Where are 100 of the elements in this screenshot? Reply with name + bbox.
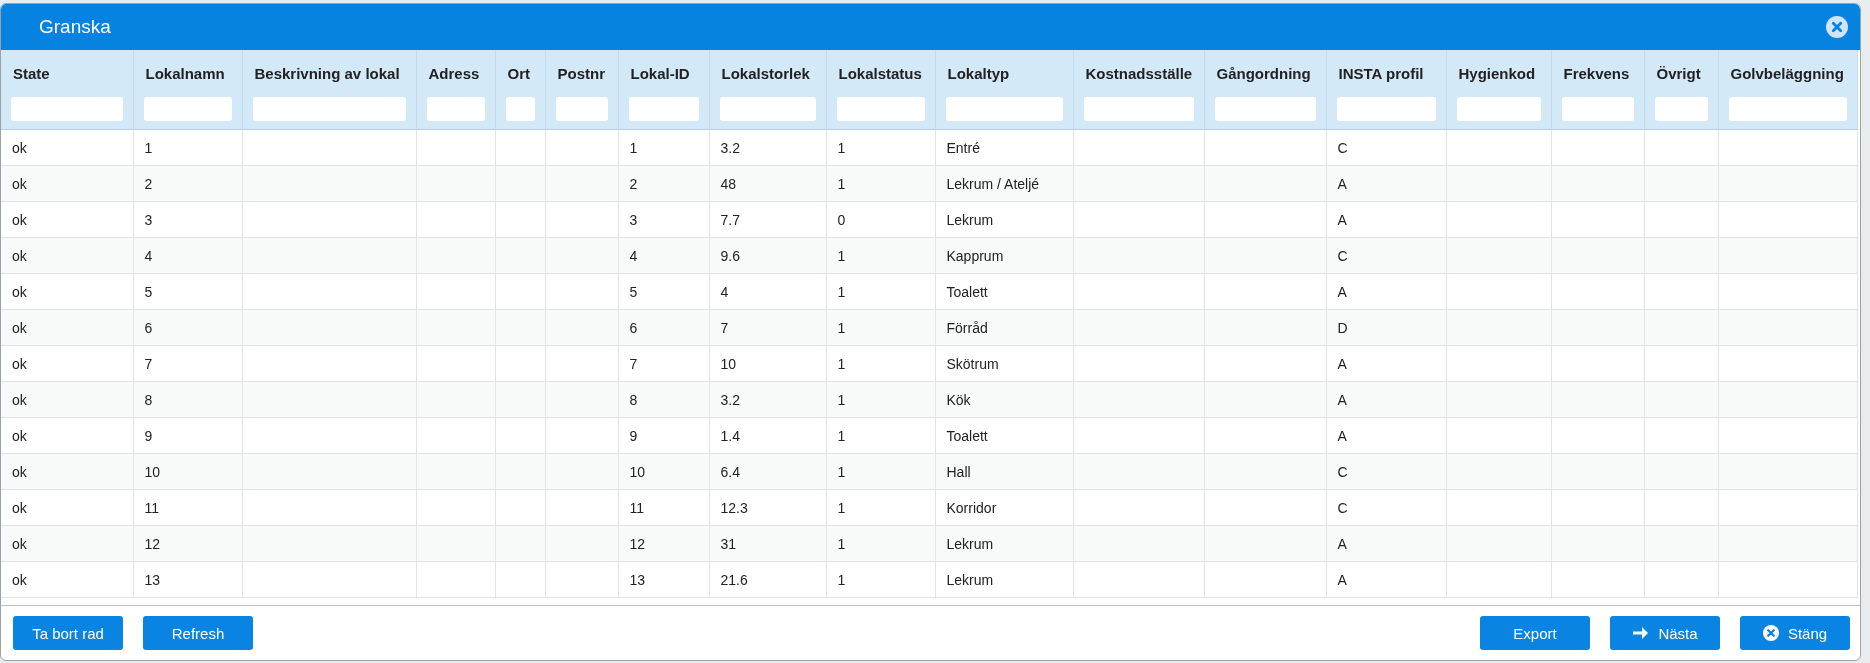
table-cell: 4 [709,273,826,310]
filter-field[interactable] [426,97,485,121]
filter-field[interactable] [1728,97,1847,121]
table-cell: 1 [826,165,935,202]
table-cell: 6 [618,309,709,346]
table-cell: Toalett [935,273,1073,310]
table-cell: 1 [826,381,935,418]
table-cell: 8 [133,381,242,418]
filter-field[interactable] [1083,97,1194,121]
table-cell: 1 [618,129,709,166]
filter-field[interactable] [719,97,816,121]
table-cell: A [1326,345,1446,382]
table-cell: Toalett [935,417,1073,454]
table-cell: Hall [935,453,1073,490]
table-cell: 2 [133,165,242,202]
table-cell: 48 [709,165,826,202]
table-cell: 1.4 [709,417,826,454]
filter-field[interactable] [1654,97,1708,121]
table-cell: 4 [618,237,709,274]
table-cell: 5 [133,273,242,310]
table-cell: C [1326,453,1446,490]
table-cell: Lekrum / Ateljé [935,165,1073,202]
table-cell: 7 [709,309,826,346]
table-cell: 3 [618,201,709,238]
table-cell: ok [1,525,133,562]
table-cell: ok [1,201,133,238]
action-button[interactable]: Refresh [143,616,253,650]
table-cell: Skötrum [935,345,1073,382]
close-icon[interactable] [1826,16,1848,38]
table-cell: 5 [618,273,709,310]
table-cell: 11 [618,489,709,526]
filter-field[interactable] [505,97,535,121]
table-cell: 1 [133,129,242,166]
table-cell: A [1326,417,1446,454]
table-cell: A [1326,201,1446,238]
next-button[interactable]: Nästa [1610,616,1720,650]
filter-field[interactable] [252,97,406,121]
arrow-right-icon [1632,625,1650,641]
table-cell: 1 [826,525,935,562]
table-cell: A [1326,165,1446,202]
filter-field[interactable] [143,97,232,121]
table-cell: 1 [826,309,935,346]
table-cell: 1 [826,273,935,310]
table-cell: 7 [618,345,709,382]
table-cell: 1 [826,129,935,166]
table-cell: 3.2 [709,129,826,166]
table-cell: 1 [826,453,935,490]
table-cell: D [1326,309,1446,346]
table-cell: ok [1,273,133,310]
action-button[interactable]: Export [1480,616,1590,650]
filter-field[interactable] [836,97,925,121]
table-cell: 10 [133,453,242,490]
table-cell: 1 [826,561,935,598]
filter-field[interactable] [1561,97,1634,121]
filter-field[interactable] [1214,97,1316,121]
table-cell: 6.4 [709,453,826,490]
filter-field[interactable] [1456,97,1541,121]
table-cell: 9 [618,417,709,454]
table-cell: ok [1,129,133,166]
table-cell: 13 [618,561,709,598]
filter-field[interactable] [1336,97,1436,121]
table-cell: Lekrum [935,201,1073,238]
close-button[interactable]: Stäng [1740,616,1850,650]
close-icon [1762,625,1779,641]
filter-field[interactable] [628,97,699,121]
table-cell: 4 [133,237,242,274]
table-cell: ok [1,345,133,382]
table-cell: 12 [618,525,709,562]
table-cell: 2 [618,165,709,202]
table-cell: C [1326,489,1446,526]
filter-field[interactable] [945,97,1063,121]
table-cell: Lekrum [935,561,1073,598]
action-button[interactable]: Ta bort rad [13,616,123,650]
table-cell: Lekrum [935,525,1073,562]
table-cell: 21.6 [709,561,826,598]
table-cell: 3.2 [709,381,826,418]
table-cell: 8 [618,381,709,418]
table-cell: 11 [133,489,242,526]
table-cell: Korridor [935,489,1073,526]
table-cell: 6 [133,309,242,346]
table-cell: 12.3 [709,489,826,526]
table-cell: ok [1,165,133,202]
table-cell: ok [1,453,133,490]
table-cell: A [1326,381,1446,418]
table-cell: 10 [618,453,709,490]
table-cell: ok [1,237,133,274]
filter-field[interactable] [555,97,608,121]
table-cell: 7.7 [709,201,826,238]
table-cell: 1 [826,345,935,382]
table-cell: Förråd [935,309,1073,346]
table-cell: 1 [826,489,935,526]
table-cell: ok [1,417,133,454]
table-cell: Entré [935,129,1073,166]
table-cell: 9 [133,417,242,454]
filter-field[interactable] [11,97,123,121]
table-cell: 7 [133,345,242,382]
table-cell: ok [1,561,133,598]
table-cell: ok [1,489,133,526]
table-cell: A [1326,561,1446,598]
table-cell: ok [1,309,133,346]
